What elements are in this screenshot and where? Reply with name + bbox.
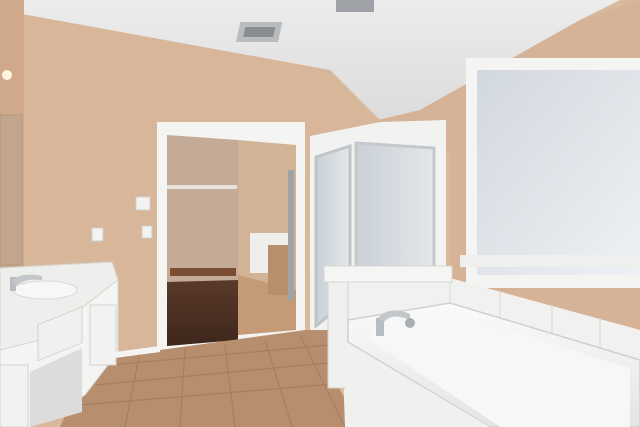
- tub-ledge: [323, 265, 453, 283]
- mirror: [0, 114, 23, 266]
- ceiling-light-icon: [2, 70, 12, 80]
- air-vent-icon-2: [336, 0, 374, 12]
- vanity-door-2: [0, 364, 29, 427]
- closet-floor: [167, 280, 238, 346]
- light-switch-icon-2: [91, 227, 104, 242]
- door-edge: [288, 170, 294, 300]
- tub-pillar: [327, 271, 349, 389]
- light-switch-icon: [135, 196, 151, 211]
- vanity-door-1: [89, 304, 117, 366]
- closet-shelf: [167, 185, 237, 189]
- shower-glass-panel: [354, 141, 436, 274]
- window-sill: [460, 255, 640, 267]
- window-glass: [477, 70, 640, 275]
- adjacent-cabinet: [268, 245, 288, 295]
- bathroom-photo: [0, 0, 640, 427]
- closet-bench: [170, 268, 236, 276]
- air-vent-icon: [236, 22, 283, 42]
- light-switch-icon-3: [141, 225, 153, 239]
- sink-basin: [12, 280, 78, 300]
- bathroom-illustration: [0, 0, 640, 427]
